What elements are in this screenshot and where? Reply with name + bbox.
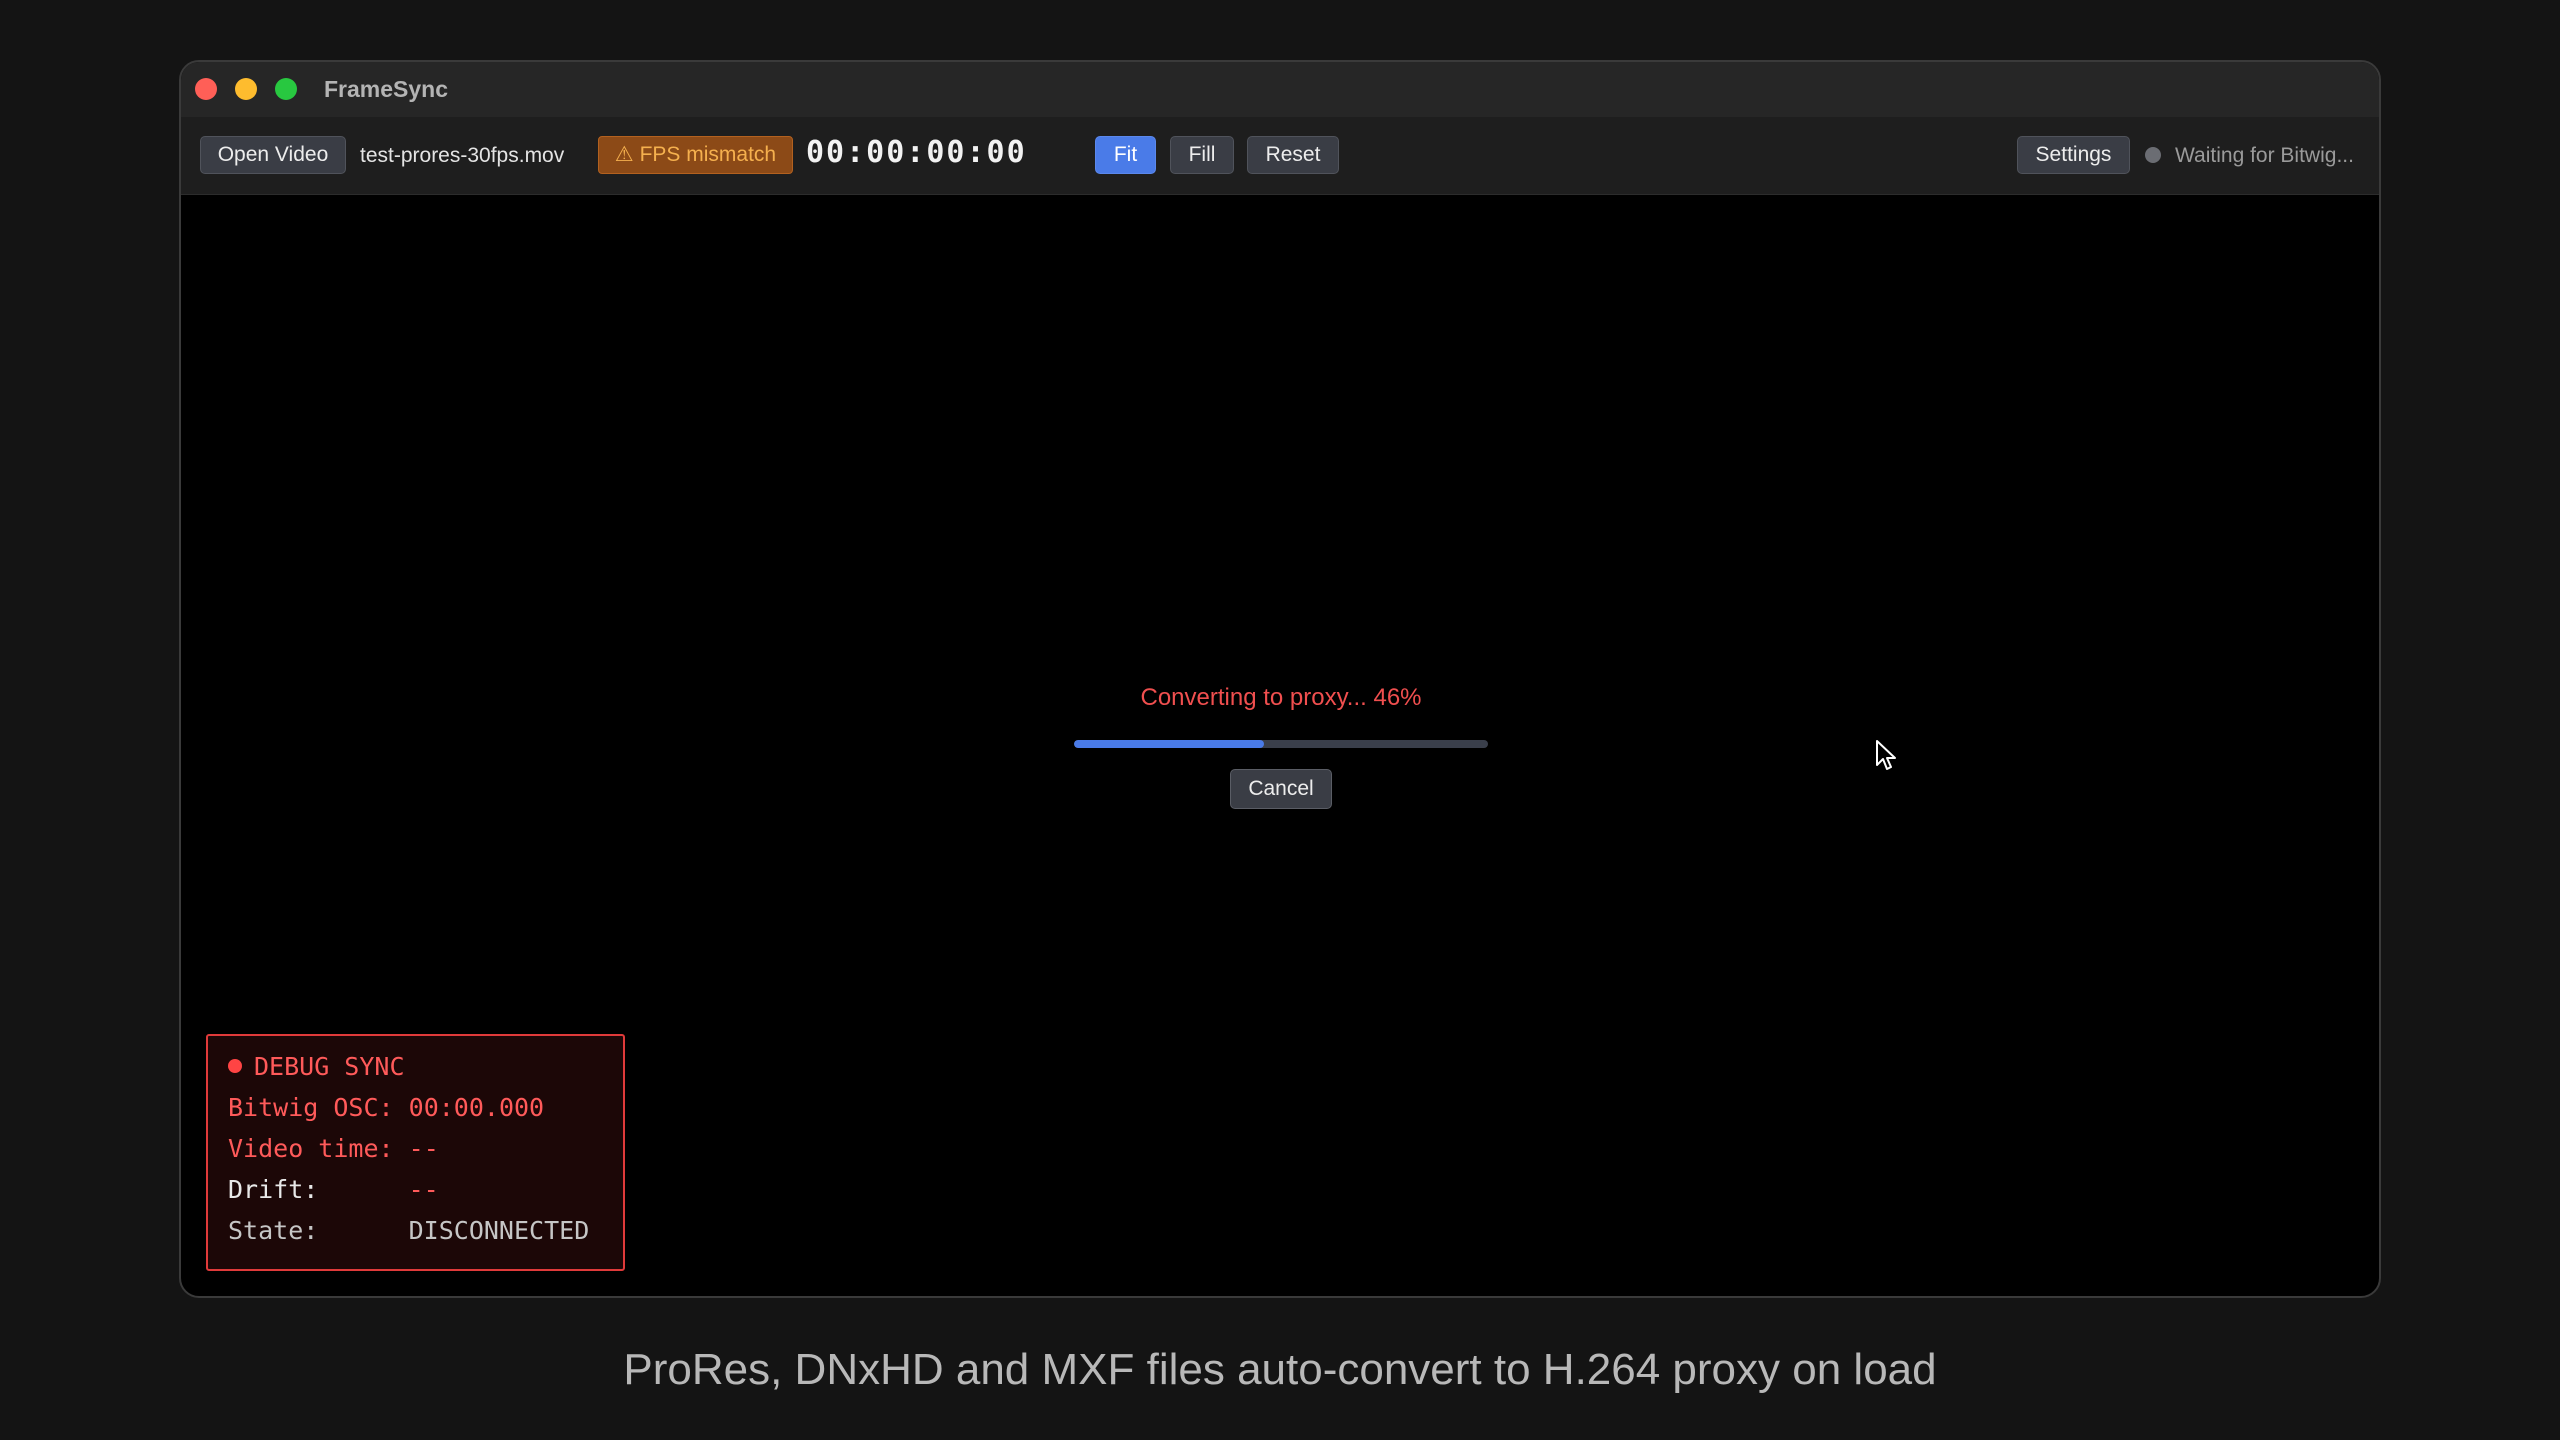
settings-button[interactable]: Settings: [2017, 136, 2130, 174]
conversion-status-text: Converting to proxy... 46%: [1140, 684, 1422, 711]
minimize-window-button[interactable]: [235, 78, 257, 100]
debug-value: --: [408, 1175, 439, 1204]
debug-title-row: DEBUG SYNC: [228, 1052, 405, 1082]
warning-icon: ⚠: [614, 143, 634, 166]
mouse-cursor-icon: [1876, 740, 1896, 770]
connection-status-dot: [2145, 147, 2161, 163]
debug-row-video-time: Video time: --: [228, 1134, 439, 1164]
debug-row-drift: Drift: --: [228, 1175, 439, 1205]
reset-button[interactable]: Reset: [1247, 136, 1339, 174]
debug-row-bitwig-osc: Bitwig OSC: 00:00.000: [228, 1093, 544, 1123]
debug-label: Drift:: [228, 1175, 319, 1204]
debug-title: DEBUG SYNC: [254, 1052, 405, 1081]
timecode-display: 00:00:00:00: [806, 135, 1027, 170]
debug-label: Video time:: [228, 1134, 394, 1163]
fill-button[interactable]: Fill: [1170, 136, 1234, 174]
debug-value: 00:00.000: [408, 1093, 545, 1122]
maximize-window-button[interactable]: [275, 78, 297, 100]
feature-caption: ProRes, DNxHD and MXF files auto-convert…: [623, 1345, 1937, 1394]
conversion-progress-fill: [1074, 740, 1265, 748]
app-window: FrameSync Open Video test-prores-30fps.m…: [179, 60, 2381, 1298]
debug-value: DISCONNECTED: [408, 1216, 590, 1245]
debug-label: State:: [228, 1216, 319, 1245]
debug-sync-panel: DEBUG SYNC Bitwig OSC: 00:00.000 Video t…: [206, 1034, 625, 1271]
debug-value: --: [408, 1134, 439, 1163]
close-window-button[interactable]: [195, 78, 217, 100]
fps-mismatch-label: FPS mismatch: [639, 143, 777, 166]
debug-indicator-dot: [228, 1059, 242, 1073]
title-bar[interactable]: FrameSync: [181, 62, 2379, 118]
debug-label: Bitwig OSC:: [228, 1093, 394, 1122]
window-title: FrameSync: [324, 76, 449, 102]
cancel-conversion-button[interactable]: Cancel: [1230, 769, 1332, 809]
toolbar: Open Video test-prores-30fps.mov ⚠ FPS m…: [181, 117, 2379, 195]
conversion-progress-bar: [1074, 740, 1488, 748]
loaded-filename: test-prores-30fps.mov: [360, 144, 565, 167]
debug-row-state: State: DISCONNECTED: [228, 1216, 589, 1246]
connection-status-text: Waiting for Bitwig...: [2175, 144, 2354, 167]
fps-mismatch-badge: ⚠ FPS mismatch: [598, 136, 793, 174]
open-video-button[interactable]: Open Video: [200, 136, 346, 174]
fit-button[interactable]: Fit: [1095, 136, 1156, 174]
